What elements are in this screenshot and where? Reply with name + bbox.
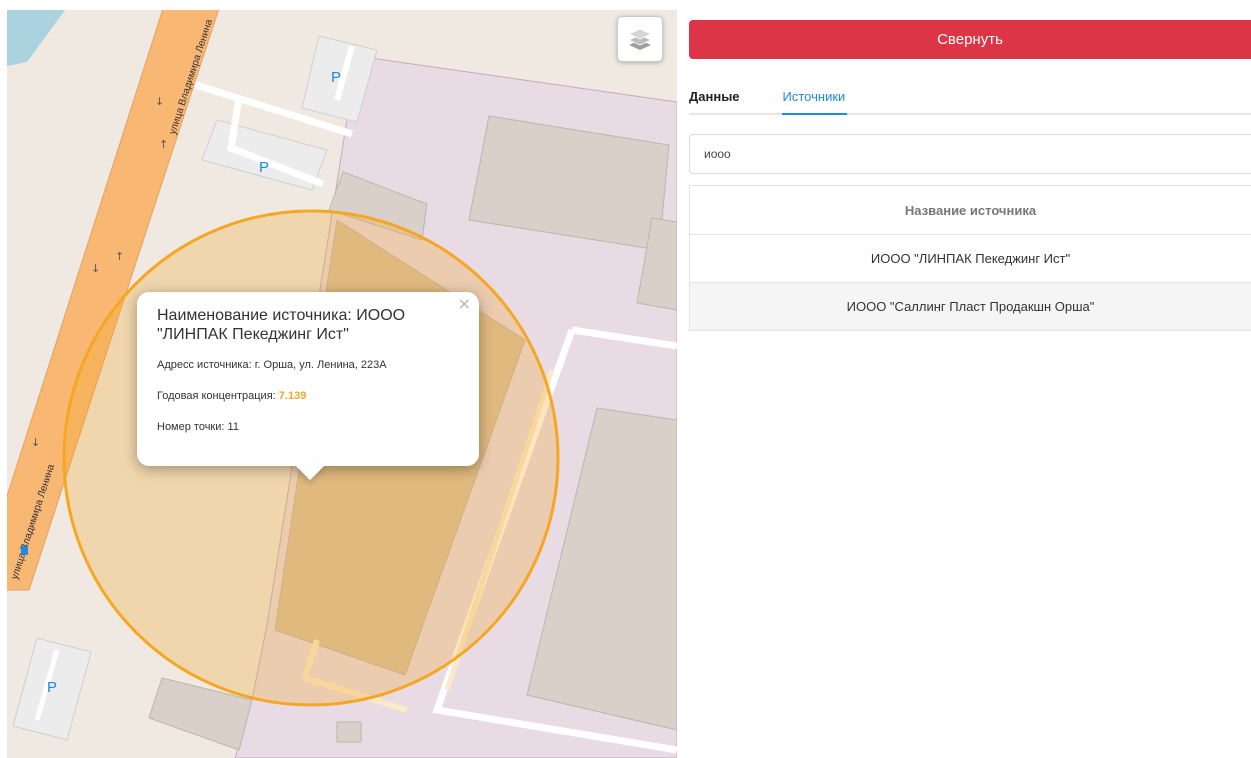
side-panel: Свернуть Данные Источники Название источ…	[689, 20, 1251, 758]
parking-icon-3: P	[47, 679, 57, 696]
popup-point-row: Номер точки: 11	[157, 421, 459, 433]
parking-icon-2: P	[259, 159, 269, 176]
popup-concentration-value: 7.139	[278, 390, 307, 402]
table-header-source-name: Название источника	[690, 185, 1251, 235]
popup-title: Наименование источника: ИООО "ЛИНПАК Пек…	[157, 307, 406, 343]
popup-address-value: г. Орша, ул. Ленина, 223А	[254, 359, 387, 371]
road-arrow-2: ↑	[159, 138, 168, 151]
road-arrow-5: ↓	[31, 436, 40, 449]
road-arrow-1: ↓	[155, 95, 164, 108]
layers-button[interactable]	[617, 16, 663, 62]
table-row[interactable]: ИООО "ЛИНПАК Пекеджинг Ист"	[690, 235, 1251, 283]
bus-stop-icon	[21, 546, 28, 555]
tab-bar: Данные Источники	[689, 77, 1251, 115]
road-arrow-4: ↑	[115, 250, 124, 263]
popup-point-label: Номер точки:	[157, 421, 225, 433]
tab-sources[interactable]: Источники	[781, 77, 848, 115]
road-arrow-3: ↓	[91, 262, 100, 275]
search-input[interactable]	[689, 134, 1251, 174]
map-view[interactable]: ↓ ↑ ↓ ↑ ↓ улица Владимира Ленина улица В…	[7, 10, 677, 758]
popup-address-label: Адресс источника:	[157, 359, 252, 371]
popup-concentration-row: Годовая концентрация: 7.139	[157, 390, 459, 402]
popup-address-row: Адресс источника: г. Орша, ул. Ленина, 2…	[157, 359, 459, 371]
collapse-button[interactable]: Свернуть	[689, 20, 1251, 59]
layers-icon	[628, 28, 652, 50]
source-popup: × Наименование источника: ИООО "ЛИНПАК П…	[137, 292, 479, 481]
popup-close-button[interactable]: ×	[458, 296, 471, 312]
sources-table: Название источника ИООО "ЛИНПАК Пекеджин…	[689, 185, 1251, 331]
popup-point-value: 11	[227, 421, 239, 433]
popup-concentration-label: Годовая концентрация:	[157, 390, 276, 402]
parking-icon-1: P	[331, 69, 341, 86]
tab-data[interactable]: Данные	[689, 77, 740, 115]
table-row[interactable]: ИООО "Саллинг Пласт Продакшн Орша"	[690, 283, 1251, 331]
